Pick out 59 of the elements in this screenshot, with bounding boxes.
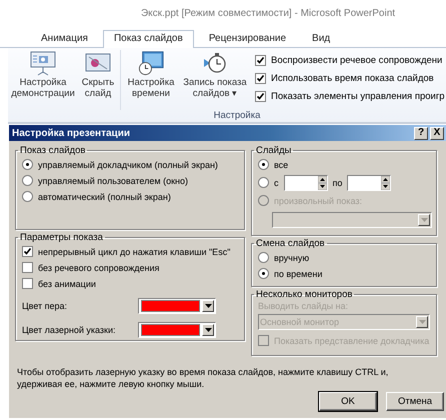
ribbon-tab[interactable]: Рецензирование [198,30,298,47]
field-label: Цвет лазерной указки: [22,324,116,334]
option-label: автоматический (полный экран) [38,192,171,202]
help-button[interactable]: ? [414,126,428,140]
radio-button[interactable] [22,159,33,170]
ribbon-tab[interactable]: Показ слайдов [102,30,194,48]
field-label: Цвет пера: [22,300,68,310]
to-slide-field[interactable] [347,174,392,190]
option-label: непрерывный цикл до нажатия клавиши "Esc" [38,246,230,256]
ribbon-button[interactable]: Настройка демонстрации [8,50,78,99]
radio-button[interactable] [22,191,33,202]
radio-button[interactable] [258,177,269,188]
option-label: управляемый пользователем (окно) [38,176,188,186]
ok-button[interactable]: OK [319,392,377,411]
dialog-title: Настройка презентации [12,128,130,138]
spinner-arrows-icon[interactable] [318,176,326,190]
radio-button[interactable] [258,159,269,170]
group-title: Слайды [255,145,292,156]
checkbox[interactable] [22,278,33,289]
option-label: с [274,178,278,188]
option-label: вручную [274,252,310,262]
radio-button[interactable] [258,252,269,263]
radio-button[interactable] [258,268,269,279]
cancel-button[interactable]: Отмена [386,392,444,411]
checkbox[interactable] [22,262,33,273]
spinner-arrows-icon[interactable] [381,176,390,190]
option-label: Использовать время показа слайдов [271,73,434,84]
group-title: Параметры показа [19,232,104,243]
from-slide-field[interactable] [284,174,328,190]
option-label: Показать элементы управления проигр [271,91,445,102]
group-title: Показ слайдов [19,145,86,156]
custom-show-dropdown[interactable] [272,212,432,228]
ribbon-button[interactable]: Настройка времени [123,50,179,99]
option-label: по времени [274,268,322,278]
option-label: управляемый докладчиком (полный экран) [38,160,218,170]
radio-button[interactable] [22,175,33,186]
ribbon-tab[interactable]: Вид [301,30,342,47]
ribbon-button[interactable]: Запись показа слайдов ▾ [179,50,251,99]
checkbox[interactable] [255,55,266,66]
close-button[interactable]: X [430,126,444,140]
color-dropdown[interactable] [138,298,216,314]
group-title: Несколько мониторов [255,289,354,300]
option-label: без анимации [38,278,96,288]
window-title: Экск.ppt [Режим совместимости] - Microsoft PowerPoint [140,7,396,21]
checkbox[interactable] [22,246,33,257]
option-label: Воспроизвести речевое сопровождени [271,55,442,66]
color-dropdown[interactable] [138,322,216,338]
option-label: все [274,160,288,170]
stopwatch-slide-icon [136,50,166,76]
ribbon-button[interactable]: Скрыть слайд [78,50,118,99]
option-label: без речевого сопровождения [38,262,160,272]
checkbox[interactable] [255,91,266,102]
option-label: по [332,178,342,188]
group-label: Настройка [212,110,262,122]
ribbon-tab[interactable]: Анимация [30,30,99,47]
projector-screen-icon [29,50,57,76]
group-title: Смена слайдов [255,238,326,249]
hint-text: Чтобы отобразить лазерную указку во время показа слайдов, нажмите клавишу CTRL и, удерживая ее, нажмите левую кнопку мыши. [16,366,390,391]
checkbox[interactable] [255,73,266,84]
